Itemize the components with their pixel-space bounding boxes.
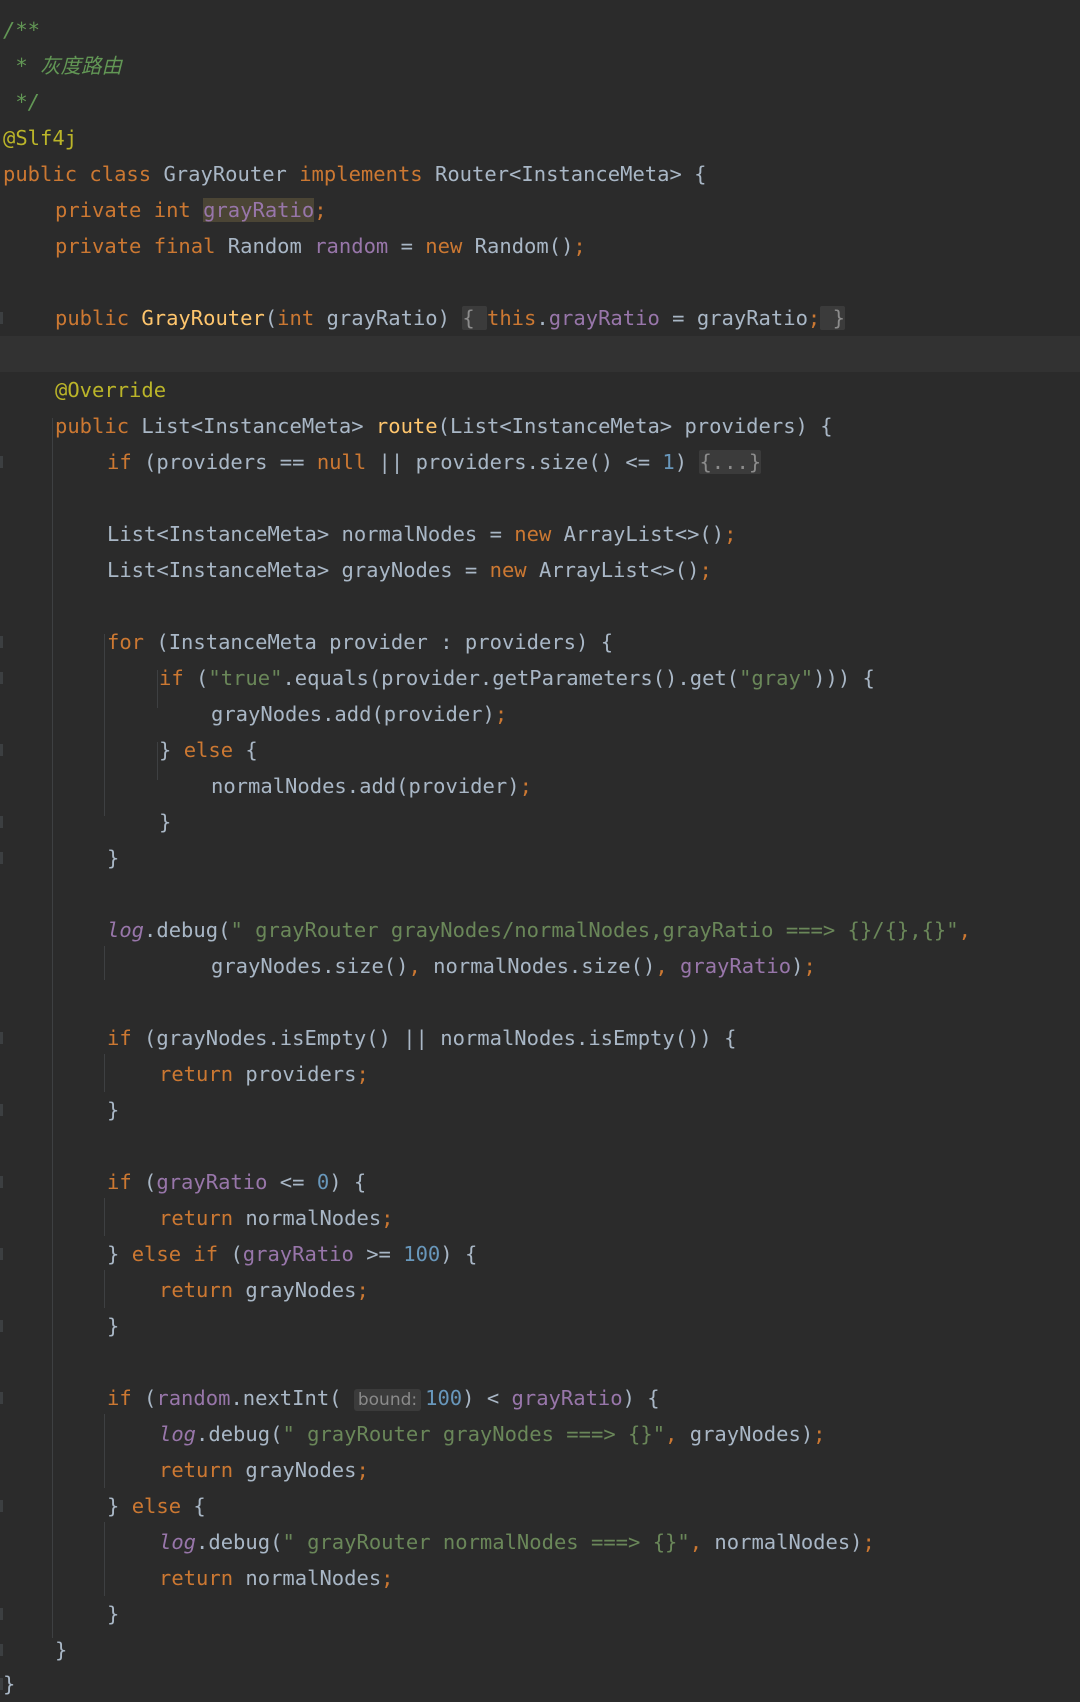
code-line-4[interactable]: @Slf4j [0,120,1080,156]
code-line-18[interactable]: for (InstanceMeta provider : providers) … [0,624,1080,660]
code-line-42[interactable]: } else { [0,1488,1080,1524]
code-line-19[interactable]: if ("true".equals(provider.getParameters… [0,660,1080,696]
null-check: if (providers == null || providers.size(… [107,450,762,474]
fold-marker[interactable] [0,816,3,828]
closing-brace: } [55,1638,68,1662]
else-branch: } else { [159,738,258,762]
class-declaration: public class GrayRouter implements Route… [3,162,707,186]
code-line-21[interactable]: } else { [0,732,1080,768]
fold-marker[interactable] [0,852,3,864]
code-line-27[interactable]: grayNodes.size(), normalNodes.size(), gr… [0,948,1080,984]
code-line-26[interactable]: log.debug(" grayRouter grayNodes/normalN… [0,912,1080,948]
parameter-inlay-hint: bound: [353,1389,422,1411]
code-line-44[interactable]: return normalNodes; [0,1560,1080,1596]
fold-marker[interactable] [0,1500,3,1512]
closing-brace: } [159,810,172,834]
code-line-9[interactable]: public GrayRouter(int grayRatio) { this.… [0,300,1080,336]
code-line-40[interactable]: log.debug(" grayRouter grayNodes ===> {}… [0,1416,1080,1452]
fold-marker[interactable] [0,1176,3,1188]
add-normal-node: normalNodes.add(provider); [211,774,532,798]
code-line-7[interactable]: private final Random random = new Random… [0,228,1080,264]
fold-marker[interactable] [0,636,3,648]
code-line-24[interactable]: } [0,840,1080,876]
closing-brace: } [3,1672,16,1696]
return-gray-nodes: return grayNodes; [159,1458,369,1482]
fold-marker[interactable] [0,1032,3,1044]
code-line-39[interactable]: if (random.nextInt( bound: 100) < grayRat… [0,1380,1080,1416]
code-line-46[interactable]: } [0,1632,1080,1668]
code-line-22[interactable]: normalNodes.add(provider); [0,768,1080,804]
log-debug-normal: log.debug(" grayRouter normalNodes ===> … [159,1530,875,1554]
code-line-29[interactable]: if (grayNodes.isEmpty() || normalNodes.i… [0,1020,1080,1056]
fold-marker[interactable] [0,1644,3,1656]
code-line-16[interactable]: List<InstanceMeta> grayNodes = new Array… [0,552,1080,588]
random-check: if (random.nextInt( bound: 100) < grayRat… [107,1386,660,1411]
log-debug-gray: log.debug(" grayRouter grayNodes ===> {}… [159,1422,826,1446]
code-line-45[interactable]: } [0,1596,1080,1632]
code-line-35[interactable]: } else if (grayRatio >= 100) { [0,1236,1080,1272]
code-line-30[interactable]: return providers; [0,1056,1080,1092]
code-line-23[interactable]: } [0,804,1080,840]
doc-comment-text: * 灰度路由 [3,54,123,78]
annotation-slf4j: @Slf4j [3,126,78,150]
code-line-2[interactable]: * 灰度路由 [0,48,1080,84]
field-random: private final Random random = new Random… [55,234,586,258]
else-branch: } else { [107,1494,206,1518]
code-line-5[interactable]: public class GrayRouter implements Route… [0,156,1080,192]
code-line-47[interactable]: } [0,1666,1080,1702]
folded-block[interactable]: {...} [699,450,762,474]
code-line-34[interactable]: return normalNodes; [0,1200,1080,1236]
highlighted-symbol: grayRatio [203,198,315,222]
gray-nodes-decl: List<InstanceMeta> grayNodes = new Array… [107,558,712,582]
closing-brace: } [107,1098,120,1122]
fold-marker[interactable] [0,456,3,468]
fold-marker[interactable] [0,1104,3,1116]
ratio-high-check: } else if (grayRatio >= 100) { [107,1242,478,1266]
add-gray-node: grayNodes.add(provider); [211,702,508,726]
closing-brace: } [107,846,120,870]
fold-marker[interactable] [0,1248,3,1260]
code-line-43[interactable]: log.debug(" grayRouter normalNodes ===> … [0,1524,1080,1560]
code-line-36[interactable]: return grayNodes; [0,1272,1080,1308]
fold-marker[interactable] [0,312,3,324]
field-gray-ratio: private int grayRatio; [55,198,327,222]
fold-marker[interactable] [0,1608,3,1620]
code-line-37[interactable]: } [0,1308,1080,1344]
code-line-1[interactable]: /** [0,12,1080,48]
code-line-41[interactable]: return grayNodes; [0,1452,1080,1488]
code-line-13[interactable]: if (providers == null || providers.size(… [0,444,1080,480]
log-debug-summary: log.debug(" grayRouter grayNodes/normalN… [107,918,971,942]
method-route: public List<InstanceMeta> route(List<Ins… [55,414,833,438]
ratio-low-check: if (grayRatio <= 0) { [107,1170,367,1194]
log-debug-args: grayNodes.size(), normalNodes.size(), gr… [211,954,816,978]
empty-check: if (grayNodes.isEmpty() || normalNodes.i… [107,1026,737,1050]
fold-marker[interactable] [0,1392,3,1404]
closing-brace: } [107,1314,120,1338]
code-line-6[interactable]: private int grayRatio; [0,192,1080,228]
constructor: public GrayRouter(int grayRatio) { this.… [55,306,845,330]
normal-nodes-decl: List<InstanceMeta> normalNodes = new Arr… [107,522,737,546]
code-line-15[interactable]: List<InstanceMeta> normalNodes = new Arr… [0,516,1080,552]
gray-check: if ("true".equals(provider.getParameters… [159,666,875,690]
code-line-11[interactable]: @Override [0,372,1080,408]
fold-marker[interactable] [0,744,3,756]
return-normal-nodes: return normalNodes; [159,1566,394,1590]
return-normal-nodes: return normalNodes; [159,1206,394,1230]
code-line-3[interactable]: */ [0,84,1080,120]
return-gray-nodes: return grayNodes; [159,1278,369,1302]
return-providers: return providers; [159,1062,369,1086]
code-line-12[interactable]: public List<InstanceMeta> route(List<Ins… [0,408,1080,444]
code-line-10[interactable] [0,336,1080,372]
code-line-20[interactable]: grayNodes.add(provider); [0,696,1080,732]
closing-brace: } [107,1602,120,1626]
fold-marker[interactable] [0,1320,3,1332]
annotation-override: @Override [55,378,167,402]
fold-marker[interactable] [0,672,3,684]
code-editor[interactable]: /** * 灰度路由 */ @Slf4j public class GrayRo… [0,0,1080,1696]
doc-comment-start: /** [3,18,41,42]
code-line-33[interactable]: if (grayRatio <= 0) { [0,1164,1080,1200]
code-line-31[interactable]: } [0,1092,1080,1128]
for-loop: for (InstanceMeta provider : providers) … [107,630,614,654]
doc-comment-end: */ [3,90,41,114]
